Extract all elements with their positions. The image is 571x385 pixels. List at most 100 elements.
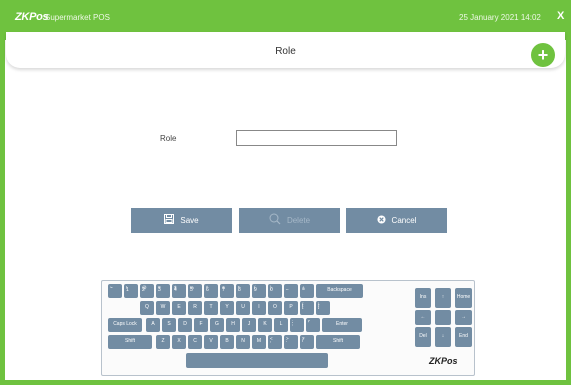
key-punct4-1[interactable]: >. — [284, 335, 298, 349]
key-r[interactable]: R — [188, 301, 202, 315]
key-shift-right-label: Shift — [332, 338, 343, 345]
key-end[interactable]: End — [455, 327, 472, 347]
key-t-label: T — [209, 304, 213, 311]
keyboard-logo: ZKPos — [429, 356, 458, 366]
key-left-label: ← — [420, 313, 426, 320]
key-caps-lock[interactable]: Caps Lock — [108, 318, 142, 332]
key-bracket-0[interactable]: {[ — [300, 301, 314, 315]
key-home[interactable]: Home — [455, 288, 472, 308]
key-punct-1[interactable]: " ' — [306, 318, 320, 332]
key-a[interactable]: A — [146, 318, 160, 332]
key-f[interactable]: F — [194, 318, 208, 332]
key-shift-right[interactable]: Shift — [316, 335, 360, 349]
key-z[interactable]: Z — [156, 335, 170, 349]
key-7[interactable]: & 7 — [220, 284, 234, 298]
key-punct4-0[interactable]: <, — [268, 335, 282, 349]
delete-label: Delete — [286, 216, 311, 225]
key-g-label: G — [215, 321, 219, 328]
key-shift-left[interactable]: Shift — [108, 335, 152, 349]
key-u-label: U — [241, 304, 245, 311]
key-punct-1-label: ' — [308, 321, 309, 327]
key-u[interactable]: U — [236, 301, 250, 315]
key-p[interactable]: P — [284, 301, 298, 315]
key-v[interactable]: V — [204, 335, 218, 349]
close-button[interactable]: X — [557, 10, 564, 22]
date-time: 25 January 2021 14:02 — [459, 13, 541, 22]
brand-logo: ZKPos — [15, 11, 49, 23]
key-i-label: I — [258, 304, 260, 311]
key-0-label: ` — [110, 287, 112, 293]
key-del[interactable]: Del — [415, 327, 431, 347]
key-x-label: X — [177, 338, 181, 345]
key-e[interactable]: E — [172, 301, 186, 315]
key-6[interactable]: ^ 6 — [204, 284, 218, 298]
key-8[interactable]: * 8 — [236, 284, 250, 298]
key-5-label: 5 — [190, 287, 193, 293]
key-3[interactable]: #3 — [156, 284, 170, 298]
add-button[interactable]: + — [531, 43, 555, 67]
key-5[interactable]: % 5 — [188, 284, 202, 298]
key-2[interactable]: @2 — [140, 284, 154, 298]
key-h[interactable]: H — [226, 318, 240, 332]
key-b[interactable]: B — [220, 335, 234, 349]
key-punct-0[interactable]: :; — [290, 318, 304, 332]
key-down[interactable]: ↓ — [435, 327, 451, 347]
key-4[interactable]: $4 — [172, 284, 186, 298]
key-y[interactable]: Y — [220, 301, 234, 315]
key-punct4-0-label: , — [270, 338, 272, 344]
key-l[interactable]: L — [274, 318, 288, 332]
key-s[interactable]: S — [162, 318, 176, 332]
key-right[interactable]: → — [455, 310, 472, 325]
key-12[interactable]: + = — [300, 284, 314, 298]
key-7-label: 7 — [222, 287, 225, 293]
key-10[interactable]: ) 0 — [268, 284, 282, 298]
key-up[interactable]: ↑ — [435, 288, 451, 308]
key-enter[interactable]: Enter — [322, 318, 362, 332]
key-d[interactable]: D — [178, 318, 192, 332]
key-t[interactable]: T — [204, 301, 218, 315]
delete-icon — [269, 213, 281, 228]
key-11[interactable]: _ - — [284, 284, 298, 298]
key-down-label: ↓ — [441, 333, 445, 340]
role-input[interactable] — [236, 130, 397, 146]
save-button[interactable]: Save — [131, 208, 232, 233]
cancel-icon — [376, 214, 386, 227]
key-g[interactable]: G — [210, 318, 224, 332]
key-j[interactable]: J — [242, 318, 256, 332]
key-punct4-2[interactable]: ? / — [300, 335, 314, 349]
key-1-label: 1 — [126, 287, 129, 293]
key-8-label: 8 — [238, 287, 241, 293]
key-m-label: M — [256, 338, 262, 345]
key-o[interactable]: O — [268, 301, 282, 315]
key-q-label: Q — [145, 304, 149, 311]
cancel-button[interactable]: Cancel — [346, 208, 447, 233]
key-w-label: W — [160, 304, 166, 311]
key-9[interactable]: (9 — [252, 284, 266, 298]
key-j-label: J — [247, 321, 251, 328]
key-right-label: → — [461, 313, 466, 320]
key-1[interactable]: ! 1 — [124, 284, 138, 298]
key-ins[interactable]: Ins — [415, 288, 431, 308]
key-k[interactable]: K — [258, 318, 272, 332]
key-bracket-0-label: [ — [302, 304, 304, 310]
key-space[interactable] — [186, 353, 328, 368]
key-w[interactable]: W — [156, 301, 170, 315]
key-k-label: K — [263, 321, 267, 328]
key-nav-center[interactable] — [435, 310, 451, 325]
key-12-label: = — [302, 287, 305, 293]
key-punct4-1-label: . — [286, 338, 288, 344]
key-n[interactable]: N — [236, 335, 250, 349]
key-x[interactable]: X — [172, 335, 186, 349]
key-m[interactable]: M — [252, 335, 266, 349]
key-c[interactable]: C — [188, 335, 202, 349]
key-backspace[interactable]: Backspace — [316, 284, 363, 298]
key-q[interactable]: Q — [140, 301, 154, 315]
key-0[interactable]: ~ ` — [108, 284, 122, 298]
key-i[interactable]: I — [252, 301, 266, 315]
key-bracket-1[interactable]: }] — [316, 301, 330, 315]
key-l-label: L — [279, 321, 283, 328]
key-b-label: B — [225, 338, 229, 345]
delete-button[interactable]: Delete — [239, 208, 340, 233]
key-left[interactable]: ← — [415, 310, 431, 325]
key-backspace-label: Backspace — [327, 287, 352, 294]
